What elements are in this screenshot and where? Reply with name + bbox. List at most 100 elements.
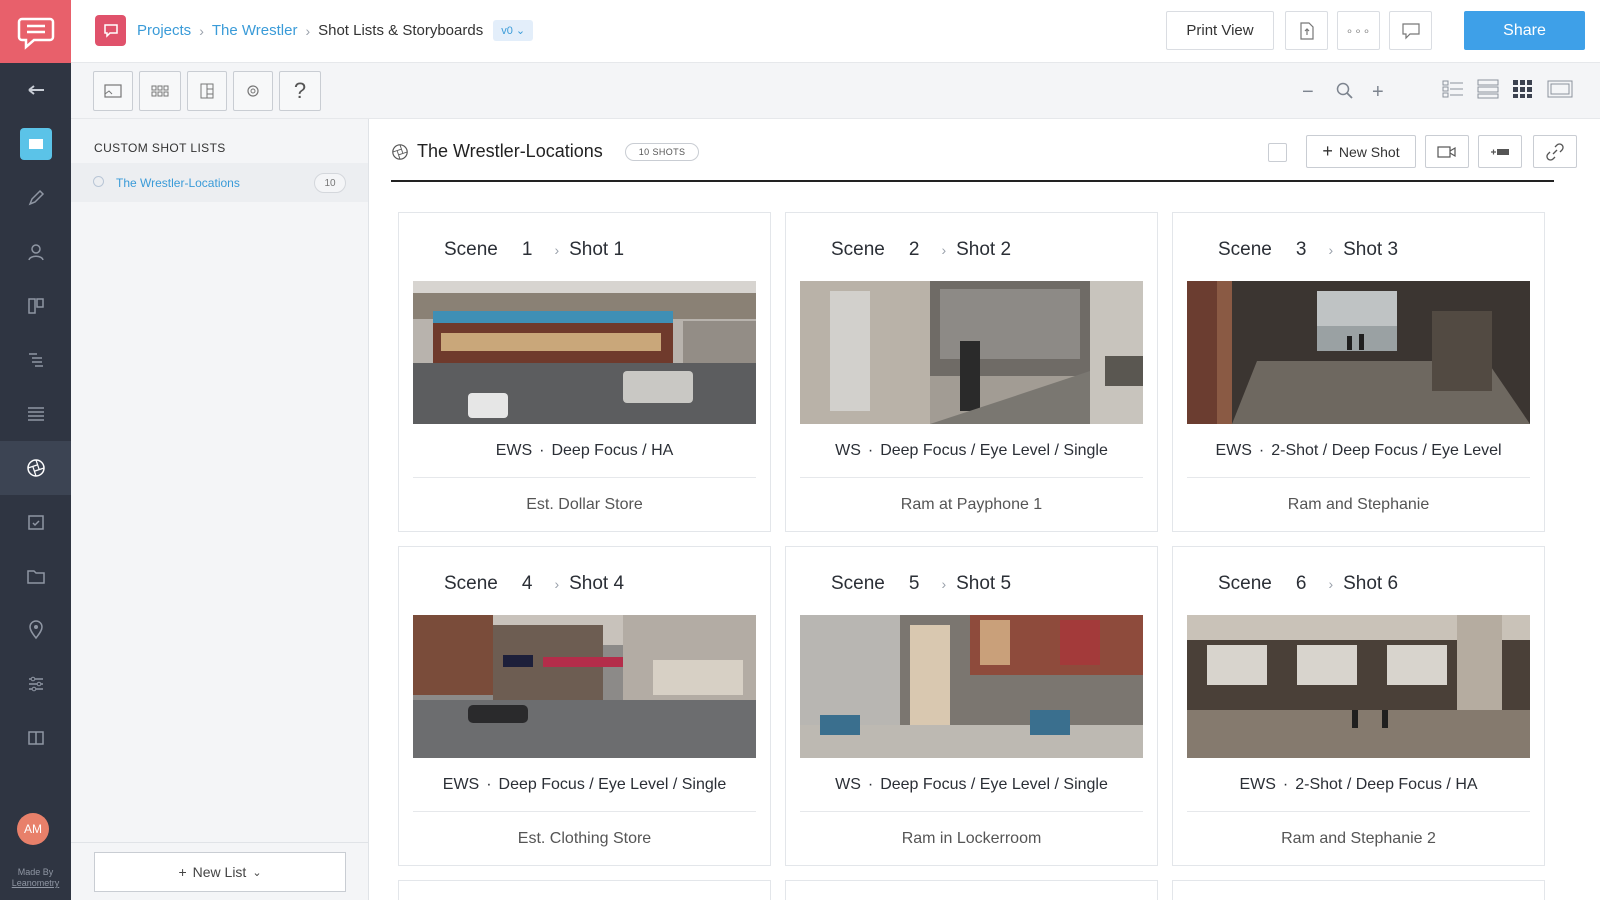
grid-layout-button[interactable] <box>139 71 181 111</box>
nav-moodboard[interactable] <box>0 279 71 333</box>
scene-label: Scene <box>1218 573 1272 594</box>
zoom-in-icon[interactable]: + <box>1372 81 1384 104</box>
shot-list-item[interactable]: The Wrestler-Locations 10 <box>71 163 368 202</box>
shot-card[interactable]: Scene 2 › Shot 2 WS · Deep Focus / Eye Lev… <box>785 212 1158 532</box>
new-list-button[interactable]: + New List ⌄ <box>94 852 346 892</box>
panels-layout-button[interactable] <box>187 71 227 111</box>
settings-button[interactable] <box>233 71 273 111</box>
comments-button[interactable] <box>1389 11 1432 50</box>
help-button[interactable]: ? <box>279 71 321 111</box>
shot-thumbnail[interactable] <box>1187 281 1530 424</box>
separator-dot: · <box>486 776 492 793</box>
top-bar: Projects › The Wrestler › Shot Lists & S… <box>71 0 1600 63</box>
view-grid-button[interactable] <box>1512 79 1536 103</box>
chevron-right-icon: › <box>1328 576 1334 592</box>
shot-thumbnail[interactable] <box>800 281 1143 424</box>
nav-files[interactable] <box>0 549 71 603</box>
chevron-right-icon: › <box>554 576 560 592</box>
project-icon[interactable] <box>95 15 126 46</box>
nav-settings[interactable] <box>0 657 71 711</box>
nav-calendar[interactable] <box>0 495 71 549</box>
view-toolbar: ? − + <box>71 63 1600 119</box>
print-view-button[interactable]: Print View <box>1166 11 1274 50</box>
shot-number: Shot 3 <box>1343 239 1399 260</box>
frame-icon <box>104 84 122 98</box>
shot-card[interactable] <box>1172 880 1545 900</box>
shot-thumbnail[interactable] <box>1187 615 1530 758</box>
app-logo[interactable] <box>0 0 71 63</box>
shot-details: Deep Focus / Eye Level / Single <box>498 776 727 793</box>
nav-guide[interactable] <box>0 711 71 765</box>
breadcrumb-projects[interactable]: Projects <box>137 22 191 39</box>
shot-size: EWS <box>1215 442 1252 459</box>
shot-thumbnail[interactable] <box>800 615 1143 758</box>
shot-size: WS <box>835 776 861 793</box>
calendar-icon <box>27 515 44 530</box>
shot-details: Deep Focus / Eye Level / Single <box>880 442 1108 459</box>
separator-dot: · <box>1282 776 1289 793</box>
shot-list-label: The Wrestler-Locations <box>116 176 240 190</box>
divider <box>413 811 756 812</box>
nav-locations[interactable] <box>0 603 71 657</box>
shot-specs: EWS · 2-Shot / Deep Focus / Eye Level <box>1173 442 1544 460</box>
scene-number: 6 <box>1295 573 1307 594</box>
link-icon <box>1546 142 1564 161</box>
shot-description: Est. Clothing Store <box>517 830 652 847</box>
separator-dot: · <box>1258 442 1265 459</box>
plus-icon: + <box>1322 141 1333 161</box>
shot-card-header: Scene 6 › Shot 6 <box>1218 573 1398 595</box>
new-shot-button[interactable]: + New Shot <box>1306 135 1416 168</box>
shot-card[interactable]: Scene 6 › Shot 6 EWS · 2-Shot / Deep Focus… <box>1172 546 1545 866</box>
list-header: The Wrestler-Locations 10 SHOTS <box>391 141 700 162</box>
nav-stripboard[interactable] <box>0 387 71 441</box>
breadcrumb-project[interactable]: The Wrestler <box>212 22 298 39</box>
share-link-button[interactable] <box>1533 135 1577 168</box>
shot-details: Deep Focus / HA <box>551 442 674 459</box>
panels-icon <box>200 83 214 99</box>
avatar[interactable]: AM <box>17 813 49 845</box>
select-all-checkbox[interactable] <box>1268 143 1287 162</box>
view-list-button[interactable] <box>1477 79 1501 103</box>
shot-card[interactable] <box>398 880 771 900</box>
ellipsis-icon: ∘∘∘ <box>1345 23 1372 38</box>
shot-card[interactable]: Scene 1 › Shot 1 EWS·Deep Focus / HA E <box>398 212 771 532</box>
export-button[interactable] <box>1285 11 1328 50</box>
version-dropdown[interactable]: v0 ⌄ <box>493 20 534 41</box>
back-arrow-icon[interactable] <box>0 63 71 117</box>
shot-number: Shot 4 <box>569 573 625 594</box>
nav-overview[interactable] <box>0 117 71 171</box>
scene-number: 2 <box>908 239 920 260</box>
more-options-button[interactable]: ∘∘∘ <box>1337 11 1380 50</box>
view-list-detailed-button[interactable] <box>1442 79 1466 103</box>
scene-number: 1 <box>521 239 533 260</box>
shot-card-header: Scene 1 › Shot 1 <box>444 239 624 261</box>
scene-label: Scene <box>831 239 885 260</box>
divider <box>1187 811 1530 812</box>
nav-shot-lists[interactable] <box>0 441 71 495</box>
chevron-right-icon: › <box>941 576 947 592</box>
nav-script[interactable] <box>0 171 71 225</box>
shot-details: Deep Focus / Eye Level / Single <box>880 776 1108 793</box>
view-filmstrip-button[interactable] <box>1547 79 1573 103</box>
filmstrip-icon <box>1547 80 1573 98</box>
video-button[interactable] <box>1425 135 1469 168</box>
divider <box>1187 477 1530 478</box>
shot-card[interactable]: Scene 5 › Shot 5 WS · Deep Focus / Eye Lev… <box>785 546 1158 866</box>
shot-lists-panel: CUSTOM SHOT LISTS The Wrestler-Locations… <box>71 119 369 900</box>
shot-card-header: Scene 2 › Shot 2 <box>831 239 1011 261</box>
zoom-reset-icon[interactable] <box>1336 82 1354 106</box>
shot-card[interactable]: Scene 3 › Shot 3 EWS · 2-Shot / Deep Focus… <box>1172 212 1545 532</box>
zoom-out-icon[interactable]: − <box>1302 81 1314 104</box>
chevron-right-icon: › <box>941 242 947 258</box>
frame-view-button[interactable] <box>93 71 133 111</box>
insert-row-button[interactable] <box>1478 135 1522 168</box>
shot-card[interactable] <box>785 880 1158 900</box>
shot-thumbnail[interactable] <box>413 281 756 424</box>
plus-icon: + <box>178 864 187 880</box>
shot-card[interactable]: Scene 4 › Shot 4 EWS · Deep Focus / Eye Le… <box>398 546 771 866</box>
nav-characters[interactable] <box>0 225 71 279</box>
person-icon <box>27 244 44 261</box>
shot-thumbnail[interactable] <box>413 615 756 758</box>
nav-breakdown[interactable] <box>0 333 71 387</box>
share-button[interactable]: Share <box>1464 11 1585 50</box>
